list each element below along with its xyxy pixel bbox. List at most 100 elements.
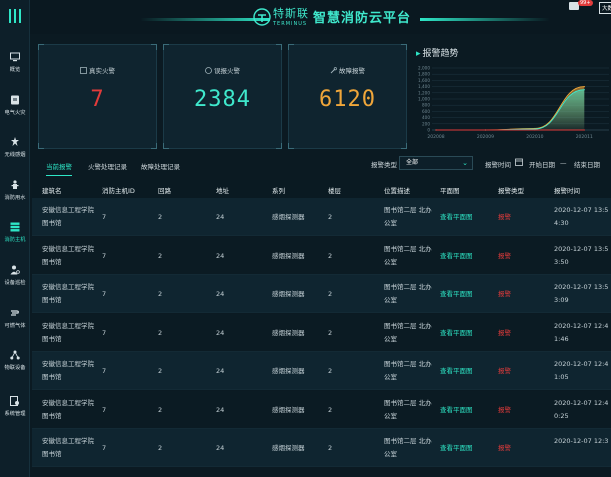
sidebar-item-combustible-gas[interactable]: 可燃气体: [0, 308, 30, 348]
view-floor-plan-link[interactable]: 查看平面图: [440, 288, 473, 301]
alarm-type-badge: 报警: [498, 328, 511, 337]
table-row[interactable]: 安徽信息工程学院 图书馆 7 2 24 感烟探测器 2 图书馆二层 北办 公室 查看平面图 报警 20…: [32, 390, 611, 429]
cell-building-2: 图书馆: [42, 450, 62, 458]
top-header: 特斯联 TERMINUS 智慧消防云平台 99+ 大数据 云分析: [30, 0, 611, 34]
y-tick-label: 800: [422, 103, 430, 108]
brand-name-cn: 特斯联: [273, 7, 309, 20]
cell-address: 24: [216, 251, 225, 260]
view-floor-plan-link[interactable]: 查看平面图: [440, 211, 473, 224]
sidebar-item-label: 电气火灾: [4, 110, 26, 116]
cell-floor: 2: [328, 367, 333, 375]
x-tick-label: 202009: [477, 134, 494, 140]
header-decoration-left: [140, 18, 270, 21]
x-tick-label: 202011: [576, 134, 593, 140]
view-floor-plan-link[interactable]: 查看平面图: [440, 327, 473, 340]
y-tick-label: 1,400: [418, 84, 430, 89]
cell-building-2: 图书馆: [42, 373, 62, 381]
cell-loop: 2: [158, 213, 163, 221]
y-tick-label: 600: [422, 109, 430, 114]
tab-fire-records[interactable]: 火警处理记录: [88, 158, 127, 176]
cell-location-2: 公室: [384, 296, 397, 304]
header-decoration-right: [420, 18, 550, 21]
cell-address: 24: [216, 405, 225, 414]
menu-toggle-icon[interactable]: [8, 9, 22, 25]
plug-icon: [10, 95, 20, 105]
table-row[interactable]: 安徽信息工程学院 图书馆 7 2 24 感烟探测器 2 图书馆二层 北办 公室 查看平面图 报警 20…: [32, 352, 611, 390]
cell-time-1: 2020-12-07 12:4: [554, 398, 609, 407]
column-header: 位置描述: [384, 187, 410, 195]
sidebar-item-wireless-smoke[interactable]: 无线感烟: [0, 137, 30, 177]
cell-loop: 2: [158, 367, 163, 375]
x-tick-label: 202010: [526, 134, 543, 140]
cell-series: 感烟探测器: [272, 444, 305, 452]
cell-loop: 2: [158, 290, 163, 298]
table-row[interactable]: 安徽信息工程学院 图书馆 7 2 24 感烟探测器 2 图书馆二层 北办 公室 查看平面图 报警 20…: [32, 198, 611, 236]
cell-host-id: 7: [102, 290, 107, 298]
stat-label: 故障报警: [339, 67, 365, 75]
calendar-icon[interactable]: [515, 158, 523, 166]
y-tick-label: 1,800: [418, 72, 430, 77]
sidebar-item-inspection[interactable]: 设备巡检: [0, 265, 30, 305]
big-data-analysis-button[interactable]: 大数据 云分析: [599, 2, 611, 14]
cell-address: 24: [216, 367, 225, 375]
view-floor-plan-link[interactable]: 查看平面图: [440, 442, 473, 455]
series-point: [583, 89, 585, 91]
cell-time-2: 0:25: [554, 411, 569, 420]
cell-location-2: 公室: [384, 219, 397, 227]
filter-time-label: 报警时间: [485, 161, 511, 169]
tab-fault-records[interactable]: 故障处理记录: [141, 158, 180, 176]
gas-icon: [10, 308, 20, 318]
cell-series: 感烟探测器: [272, 251, 305, 260]
stat-value: 6120: [319, 87, 376, 112]
x-tick-label: 202008: [427, 134, 444, 140]
cell-location-1: 图书馆二层 北办: [384, 244, 432, 253]
cell-host-id: 7: [102, 213, 107, 221]
table-row[interactable]: 安徽信息工程学院 图书馆 7 2 24 感烟探测器 2 图书馆二层 北办 公室 查看平面图 报警 20…: [32, 429, 611, 467]
column-header: 回路: [158, 187, 171, 195]
alarm-type-badge: 报警: [498, 405, 511, 414]
alert-circle-icon: [205, 67, 212, 74]
page-title: 智慧消防云平台: [313, 11, 412, 26]
sidebar-item-iot-devices[interactable]: 物联设备: [0, 350, 30, 390]
cell-location-2: 公室: [384, 373, 397, 381]
sidebar-item-fire-host[interactable]: 消防主机: [0, 222, 30, 262]
view-floor-plan-link[interactable]: 查看平面图: [440, 250, 473, 263]
cell-time-1: 2020-12-07 12:3: [554, 437, 609, 445]
view-floor-plan-link[interactable]: 查看平面图: [440, 365, 473, 378]
cell-location-1: 图书馆二层 北办: [384, 321, 432, 330]
sidebar: 概览 电气火灾 无线感烟 消防用水 消防主机 设备巡检 可燃气体 物联设备 系统…: [0, 0, 30, 477]
table-row[interactable]: 安徽信息工程学院 图书馆 7 2 24 感烟探测器 2 图书馆二层 北办 公室 查看平面图 报警 20…: [32, 313, 611, 352]
start-date-input[interactable]: 开始日期: [529, 159, 555, 169]
stat-card-false-alarm: 误报火警 2384: [163, 44, 282, 149]
sidebar-item-label: 设备巡检: [4, 280, 26, 286]
sidebar-item-overview[interactable]: 概览: [0, 52, 30, 92]
cell-building-2: 图书馆: [42, 257, 62, 266]
sidebar-item-fire-water[interactable]: 消防用水: [0, 180, 30, 220]
cell-location-1: 图书馆二层 北办: [384, 360, 432, 368]
alarm-type-badge: 报警: [498, 367, 511, 375]
stat-label: 真实火警: [89, 67, 115, 75]
cell-location-2: 公室: [384, 411, 397, 420]
column-header: 地址: [216, 187, 229, 195]
tab-current-alarms[interactable]: 当前报警: [46, 158, 72, 176]
cell-floor: 2: [328, 444, 333, 452]
alarm-type-select[interactable]: 全部 ⌄: [399, 156, 473, 170]
cell-building-2: 图书馆: [42, 219, 62, 227]
cell-loop: 2: [158, 444, 163, 452]
end-date-input[interactable]: 结束日期: [574, 159, 600, 169]
cell-address: 24: [216, 213, 225, 221]
hydrant-icon: [10, 180, 20, 190]
column-header: 消防主机ID: [102, 187, 135, 195]
table-row[interactable]: 安徽信息工程学院 图书馆 7 2 24 感烟探测器 2 图书馆二层 北办 公室 查看平面图 报警 20…: [32, 275, 611, 313]
cell-time-2: 3:50: [554, 257, 569, 266]
table-row[interactable]: 安徽信息工程学院 图书馆 7 2 24 感烟探测器 2 图书馆二层 北办 公室 查看平面图 报警 20…: [32, 236, 611, 275]
sidebar-item-system-settings[interactable]: 系统管理: [0, 396, 30, 436]
cell-address: 24: [216, 444, 225, 452]
cell-location-1: 图书馆二层 北办: [384, 398, 432, 407]
server-icon: [10, 222, 20, 232]
view-floor-plan-link[interactable]: 查看平面图: [440, 404, 473, 417]
sidebar-item-electrical-fire[interactable]: 电气火灾: [0, 95, 30, 135]
sidebar-item-label: 消防用水: [4, 195, 26, 201]
sidebar-item-label: 无线感烟: [4, 152, 26, 158]
smoke-detector-icon: [10, 137, 20, 147]
